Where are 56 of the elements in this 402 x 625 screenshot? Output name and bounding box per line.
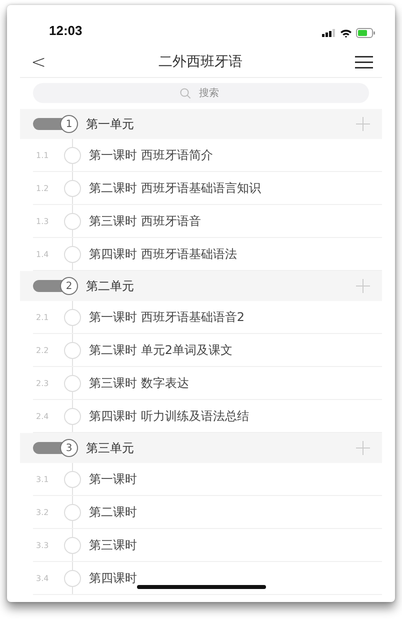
lesson-title[interactable]: 第三课时 (89, 536, 137, 554)
unit-header[interactable]: 3 第三单元 (20, 433, 382, 463)
menu-icon[interactable] (355, 56, 373, 68)
lesson-title[interactable]: 第二课时 西班牙语基础语言知识 (89, 180, 261, 196)
lesson-number: 2.1 (35, 312, 50, 322)
lesson-number: 1.3 (35, 216, 50, 226)
add-icon[interactable] (356, 279, 370, 293)
unit-title: 第三单元 (86, 440, 135, 456)
page-title: 二外西班牙语 (158, 53, 243, 71)
lesson-title[interactable]: 第四课时 (89, 570, 137, 586)
add-icon[interactable] (356, 117, 370, 131)
status-circle (64, 308, 81, 326)
status-circle (64, 570, 81, 586)
status-circle (64, 470, 81, 488)
lesson-number: 1.2 (35, 184, 50, 192)
status-circle (64, 504, 81, 520)
lesson-title[interactable]: 第二课时 单元2单词及课文 (89, 342, 232, 358)
status-circle (64, 146, 81, 164)
status-circle (64, 374, 81, 392)
lesson-number: 2.3 (35, 378, 50, 388)
lesson-number: 1.4 (35, 250, 50, 258)
battery-icon (356, 28, 376, 38)
wifi-icon (340, 28, 352, 38)
lesson-number: 3.2 (35, 508, 50, 516)
status-circle (64, 408, 81, 424)
status-circle (64, 212, 81, 230)
status-circle (64, 180, 81, 196)
lesson-title[interactable]: 第一课时 西班牙语简介 (89, 146, 213, 164)
unit-header[interactable]: 2 第二单元 (20, 271, 382, 301)
unit-number: 2 (60, 277, 78, 295)
lesson-number: 3.3 (35, 540, 50, 550)
lesson-number: 3.1 (35, 474, 50, 484)
lesson-title[interactable]: 第一课时 (89, 470, 137, 488)
unit-title: 第一单元 (86, 116, 135, 132)
status-time: 12:03 (49, 23, 82, 38)
lesson-title[interactable]: 第四课时 西班牙语基础语法 (89, 246, 237, 262)
back-button[interactable]: < (31, 52, 46, 72)
unit-title: 第二单元 (86, 278, 135, 294)
unit-number: 1 (60, 115, 78, 133)
lesson-number: 3.4 (35, 574, 50, 582)
add-icon[interactable] (356, 441, 370, 455)
search-field[interactable]: 搜索 (33, 83, 369, 103)
status-circle (64, 246, 81, 262)
lesson-number: 2.4 (35, 412, 50, 420)
lesson-title[interactable]: 第三课时 数字表达 (89, 374, 189, 392)
lesson-number: 1.1 (35, 150, 50, 160)
signal-icon (322, 29, 336, 37)
lesson-title[interactable]: 第三课时 西班牙语音 (89, 212, 201, 230)
status-circle (64, 342, 81, 358)
lesson-title[interactable]: 第四课时 听力训练及语法总结 (89, 408, 249, 424)
status-circle (64, 536, 81, 554)
unit-number: 3 (60, 439, 78, 457)
lesson-title[interactable]: 第一课时 西班牙语基础语音2 (89, 308, 244, 326)
lesson-title[interactable]: 第二课时 (89, 504, 137, 520)
lesson-number: 2.2 (35, 346, 50, 354)
unit-header[interactable]: 1 第一单元 (20, 109, 382, 139)
